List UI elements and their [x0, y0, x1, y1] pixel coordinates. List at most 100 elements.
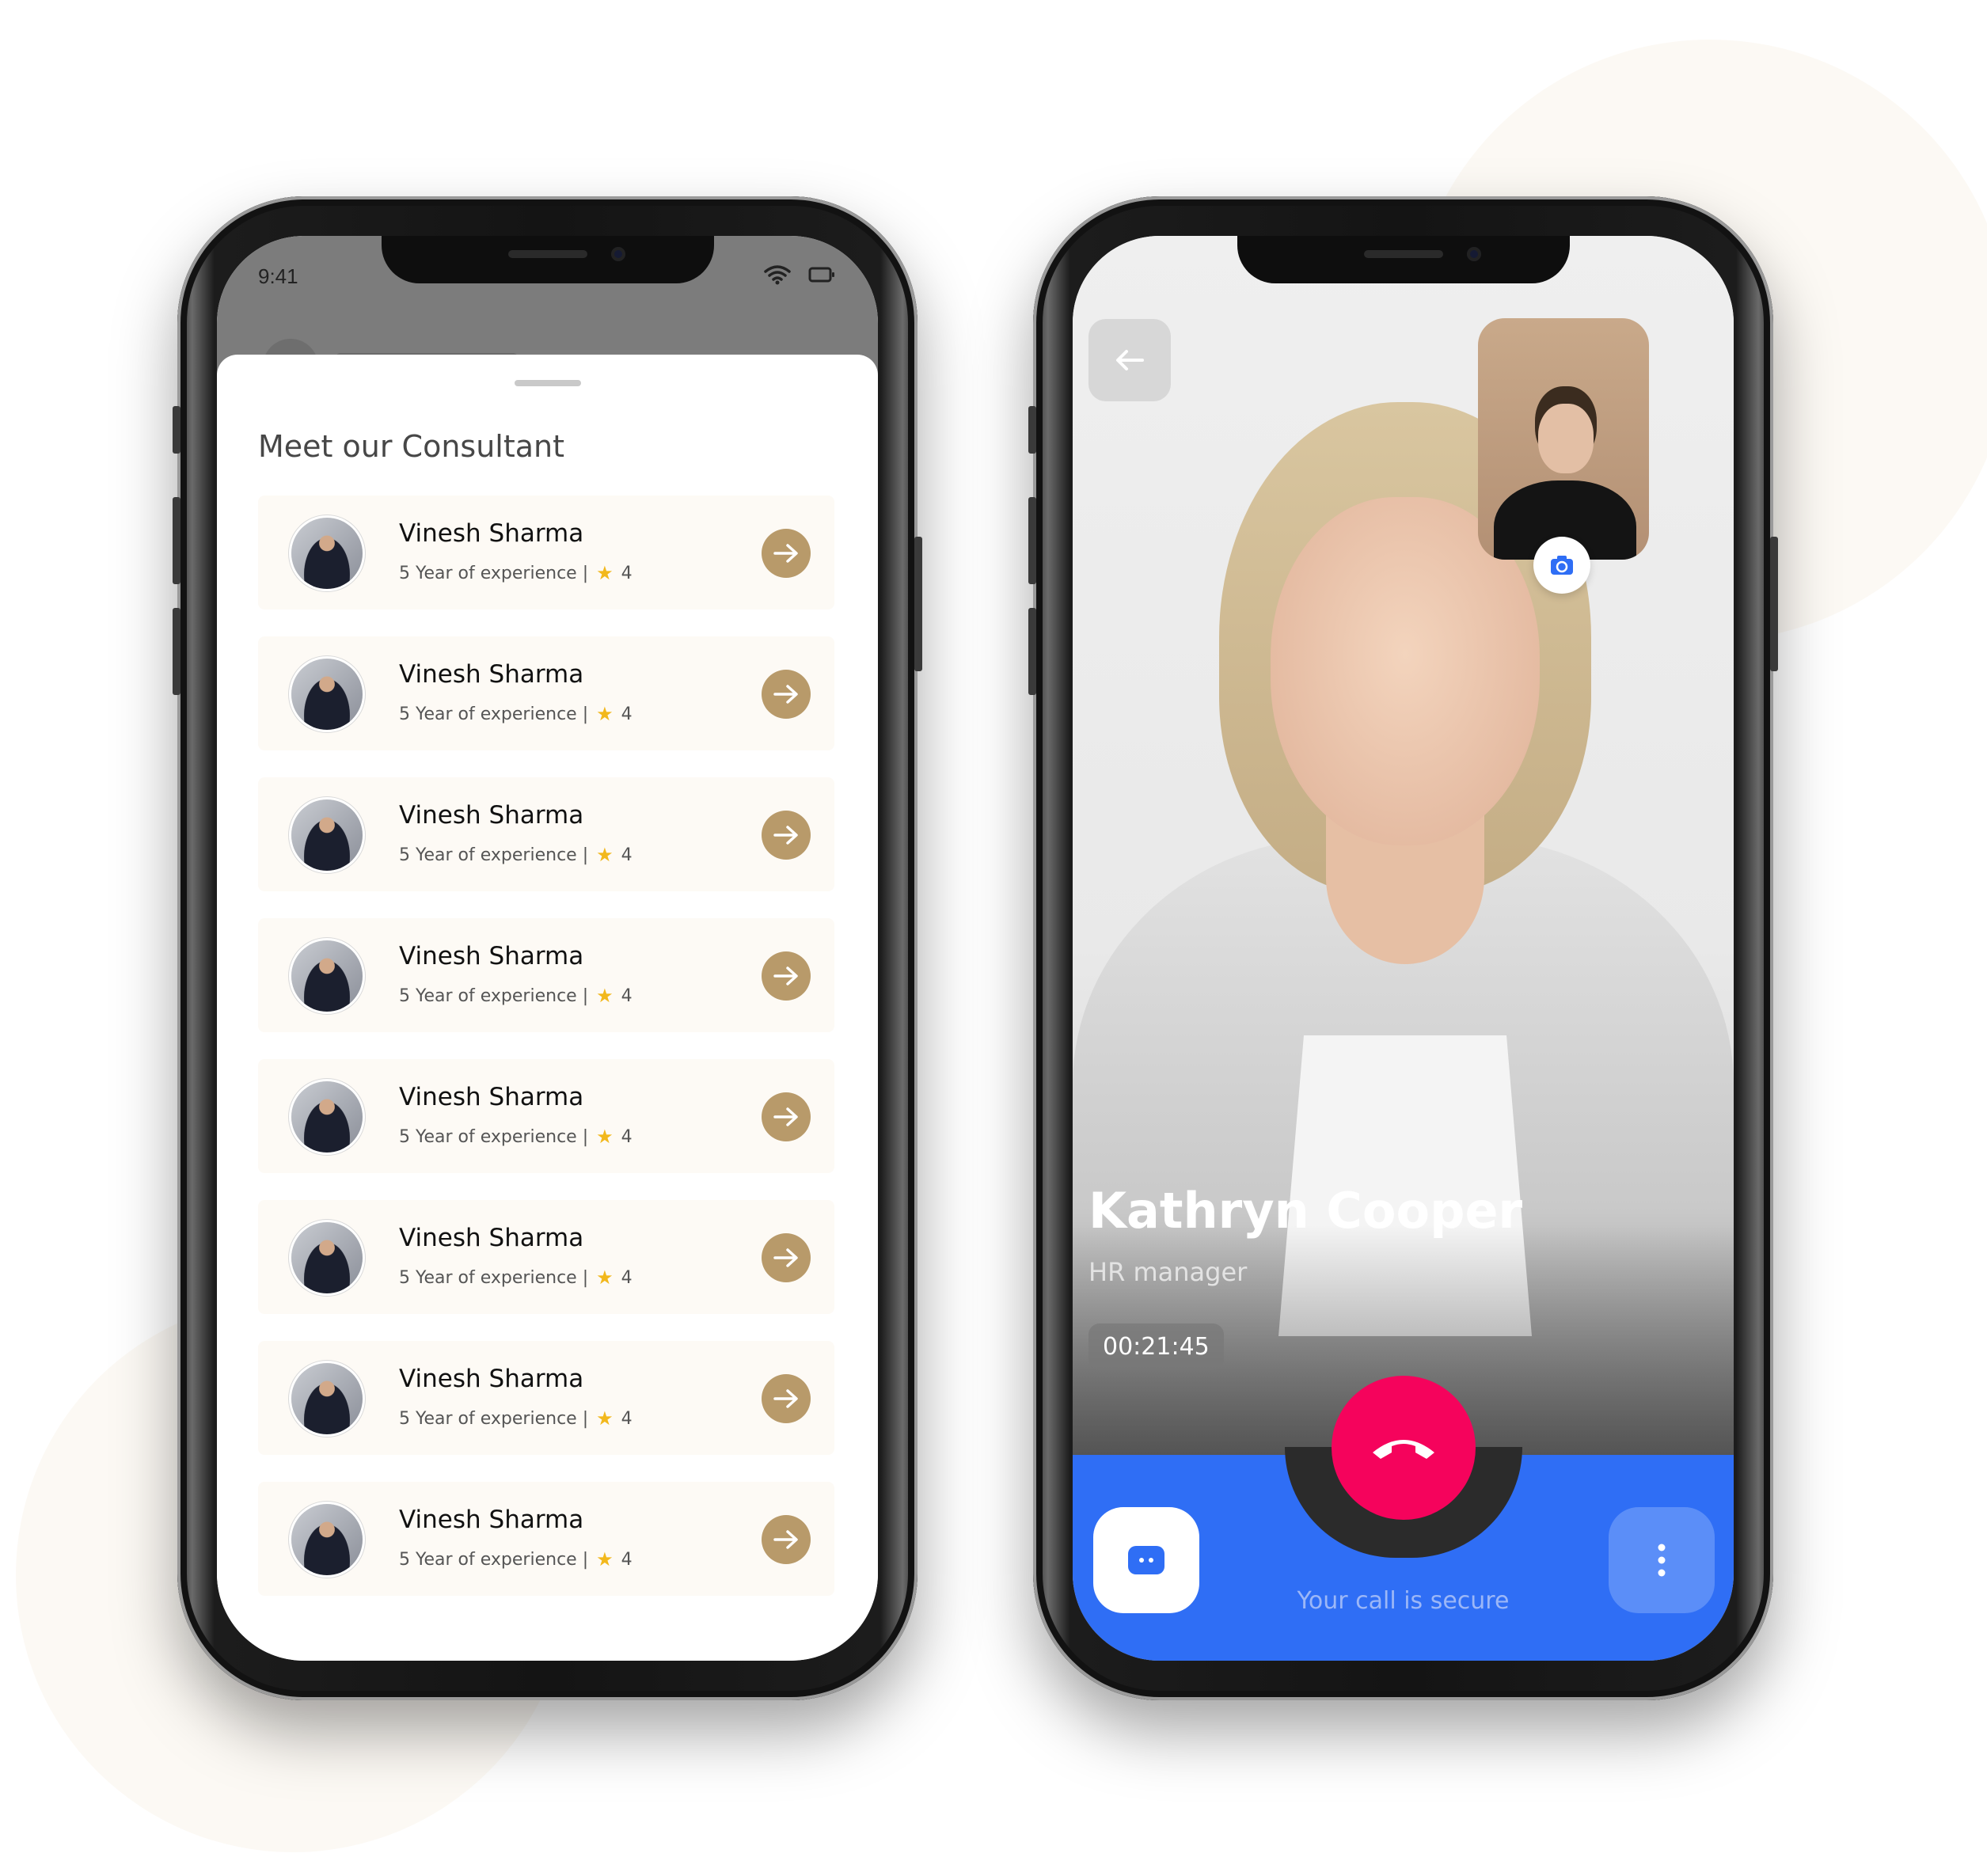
more-vertical-icon — [1658, 1544, 1666, 1577]
phone-video-call: Kathryn Cooper HR manager 00:21:45 Your … — [1028, 196, 1778, 1700]
consultant-experience: 5 Year of experience | — [399, 985, 589, 1006]
consultant-experience: 5 Year of experience | — [399, 1126, 589, 1147]
open-consultant-button[interactable] — [762, 1515, 811, 1564]
consultant-avatar — [291, 518, 363, 589]
arrow-right-icon — [773, 544, 798, 563]
consultant-card[interactable]: Vinesh Sharma 5 Year of experience | ★ 4 — [258, 1200, 834, 1314]
arrow-right-icon — [773, 1530, 798, 1549]
notch — [1237, 236, 1570, 283]
consultant-bottom-sheet: Meet our Consultant Vinesh Sharma 5 Year … — [217, 355, 878, 1661]
consultant-experience: 5 Year of experience | — [399, 704, 589, 724]
consultant-experience: 5 Year of experience | — [399, 845, 589, 865]
arrow-right-icon — [773, 1107, 798, 1126]
consultant-card[interactable]: Vinesh Sharma 5 Year of experience | ★ 4 — [258, 496, 834, 610]
back-button[interactable] — [1088, 319, 1171, 401]
consultant-rating: 4 — [621, 704, 633, 724]
status-icons — [764, 264, 835, 285]
screen-right: Kathryn Cooper HR manager 00:21:45 Your … — [1073, 236, 1734, 1661]
switch-camera-button[interactable] — [1533, 537, 1590, 594]
call-timer: 00:21:45 — [1088, 1323, 1224, 1370]
consultant-meta: 5 Year of experience | ★ 4 — [399, 1548, 633, 1570]
arrow-left-icon — [1116, 350, 1144, 370]
consultant-experience: 5 Year of experience | — [399, 1549, 589, 1570]
consultant-name: Vinesh Sharma — [399, 942, 584, 970]
consultant-experience: 5 Year of experience | — [399, 1408, 589, 1429]
consultant-card[interactable]: Vinesh Sharma 5 Year of experience | ★ 4 — [258, 636, 834, 750]
star-icon: ★ — [596, 1266, 614, 1289]
open-consultant-button[interactable] — [762, 1233, 811, 1282]
volume-down-button — [1028, 608, 1036, 695]
consultant-card[interactable]: Vinesh Sharma 5 Year of experience | ★ 4 — [258, 1482, 834, 1596]
wifi-icon — [764, 265, 791, 285]
star-icon: ★ — [596, 1407, 614, 1430]
battery-icon — [808, 267, 834, 283]
star-icon: ★ — [596, 703, 614, 725]
open-consultant-button[interactable] — [762, 1092, 811, 1141]
caller-role: HR manager — [1088, 1257, 1248, 1287]
consultant-rating: 4 — [621, 563, 633, 583]
star-icon: ★ — [596, 985, 614, 1007]
power-button — [914, 537, 922, 671]
notch — [381, 236, 714, 283]
consultant-avatar — [291, 799, 363, 871]
speaker — [1363, 250, 1443, 258]
consultant-card[interactable]: Vinesh Sharma 5 Year of experience | ★ 4 — [258, 1341, 834, 1455]
open-consultant-button[interactable] — [762, 811, 811, 860]
star-icon: ★ — [596, 1126, 614, 1148]
consultant-name: Vinesh Sharma — [399, 1083, 584, 1111]
consultant-rating: 4 — [621, 1126, 633, 1147]
power-button — [1770, 537, 1778, 671]
consultant-name: Vinesh Sharma — [399, 1224, 584, 1252]
consultant-rating: 4 — [621, 1549, 633, 1570]
arrow-right-icon — [773, 1389, 798, 1408]
consultant-meta: 5 Year of experience | ★ 4 — [399, 1266, 633, 1289]
consultant-meta: 5 Year of experience | ★ 4 — [399, 1126, 633, 1148]
volume-down-button — [173, 608, 180, 695]
consultant-avatar — [291, 1363, 363, 1434]
self-view-video[interactable] — [1478, 318, 1649, 560]
consultant-card[interactable]: Vinesh Sharma 5 Year of experience | ★ 4 — [258, 918, 834, 1032]
speaker — [507, 250, 587, 258]
arrow-right-icon — [773, 685, 798, 704]
consultant-avatar — [291, 1504, 363, 1575]
screen-left: 9:41 Meet our Consultant Vinesh Sharma5 — [217, 236, 878, 1661]
consultant-rating: 4 — [621, 985, 633, 1006]
consultant-name: Vinesh Sharma — [399, 801, 584, 830]
drag-handle[interactable] — [514, 380, 581, 386]
star-icon: ★ — [596, 844, 614, 866]
consultant-rating: 4 — [621, 1267, 633, 1288]
status-time: 9:41 — [258, 264, 298, 288]
open-consultant-button[interactable] — [762, 1374, 811, 1423]
consultant-experience: 5 Year of experience | — [399, 1267, 589, 1288]
chat-icon — [1128, 1546, 1164, 1574]
consultant-meta: 5 Year of experience | ★ 4 — [399, 703, 633, 725]
consultant-avatar — [291, 659, 363, 730]
open-consultant-button[interactable] — [762, 670, 811, 719]
arrow-right-icon — [773, 966, 798, 985]
consultant-card[interactable]: Vinesh Sharma 5 Year of experience | ★ 4 — [258, 1059, 834, 1173]
consultant-rating: 4 — [621, 845, 633, 865]
consultant-meta: 5 Year of experience | ★ 4 — [399, 1407, 633, 1430]
arrow-right-icon — [773, 826, 798, 845]
end-call-button[interactable] — [1331, 1376, 1476, 1520]
consultant-meta: 5 Year of experience | ★ 4 — [399, 985, 633, 1007]
open-consultant-button[interactable] — [762, 951, 811, 1001]
arrow-right-icon — [773, 1248, 798, 1267]
consultant-experience: 5 Year of experience | — [399, 563, 589, 583]
camera-switch-icon — [1551, 556, 1573, 575]
star-icon: ★ — [596, 1548, 614, 1570]
consultant-avatar — [291, 1081, 363, 1153]
consultant-meta: 5 Year of experience | ★ 4 — [399, 562, 633, 584]
star-icon: ★ — [596, 562, 614, 584]
volume-up-button — [1028, 497, 1036, 584]
consultant-card[interactable]: Vinesh Sharma 5 Year of experience | ★ 4 — [258, 777, 834, 891]
sheet-title: Meet our Consultant — [258, 429, 565, 464]
consultant-avatar — [291, 1222, 363, 1293]
phone-hangup-icon — [1372, 1440, 1434, 1459]
consultant-meta: 5 Year of experience | ★ 4 — [399, 844, 633, 866]
phone-consultant-list: 9:41 Meet our Consultant Vinesh Sharma5 — [173, 196, 922, 1700]
caller-name: Kathryn Cooper — [1088, 1182, 1523, 1240]
open-consultant-button[interactable] — [762, 529, 811, 578]
consultant-avatar — [291, 940, 363, 1012]
mute-switch — [1028, 406, 1036, 454]
